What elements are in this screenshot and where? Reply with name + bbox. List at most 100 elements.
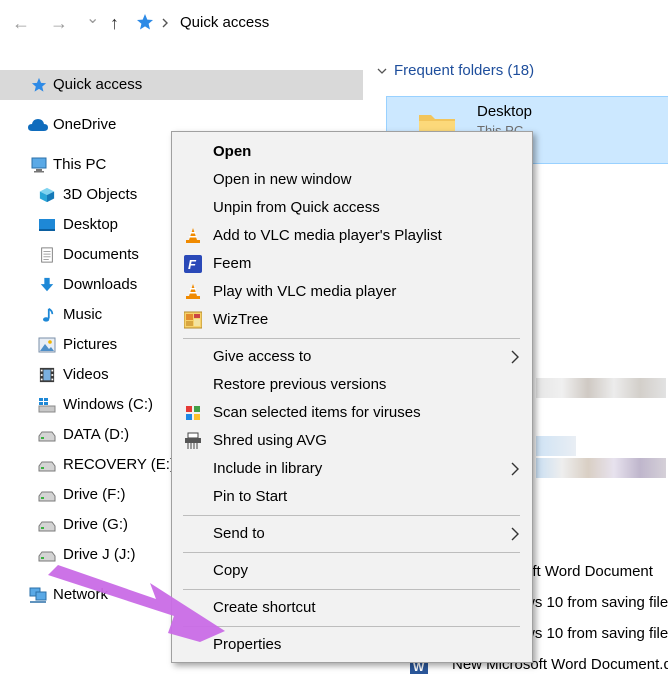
recent-file-2[interactable]: ws 10 from saving file [524,594,668,611]
menu-feem[interactable]: F Feem [172,250,532,278]
drive-icon [38,461,56,472]
nav-label: Videos [63,366,109,383]
nav-label: Documents [63,246,139,263]
chevron-right-icon [511,462,519,476]
drive-icon [38,521,56,532]
back-button[interactable]: ← [12,12,30,34]
menu-shred-avg[interactable]: Shred using AVG [172,427,532,455]
nav-quick-access[interactable]: Quick access [0,70,363,100]
download-icon [40,277,54,292]
blurred-thumbnail [536,458,666,478]
drive-icon [38,551,56,562]
menu-label: WizTree [213,311,269,328]
nav-label: This PC [53,156,107,173]
shredder-icon [185,432,201,449]
chevron-right-icon [511,350,519,364]
nav-label: DATA (D:) [63,426,130,443]
vlc-cone-icon [186,228,200,243]
menu-label: Give access to [213,348,312,365]
menu-unpin-quick-access[interactable]: Unpin from Quick access [172,194,532,222]
tile-name: Desktop [477,103,533,120]
menu-separator [183,626,520,627]
desktop-icon [39,219,55,231]
frequent-folders-header[interactable]: Frequent folders (18) [394,62,534,79]
recent-file-1[interactable]: oft Word Document [524,563,653,580]
menu-label: Properties [213,636,282,653]
menu-label: Feem [213,255,252,272]
recent-file-3[interactable]: ws 10 from saving file [524,625,668,642]
blurred-thumbnail [536,436,576,456]
menu-label: Play with VLC media player [213,283,397,300]
nav-label: Drive (G:) [63,516,128,533]
menu-separator [183,338,520,339]
nav-label: OneDrive [53,116,117,133]
nav-label: 3D Objects [63,186,138,203]
menu-copy[interactable]: Copy [172,557,532,585]
avg-icon [186,406,200,420]
address-path[interactable]: Quick access [180,14,269,31]
feem-icon: F [184,255,202,273]
nav-label: Pictures [63,336,118,353]
menu-separator [183,589,520,590]
menu-label: Unpin from Quick access [213,199,380,216]
forward-button[interactable]: → [50,12,68,34]
menu-label: Pin to Start [213,488,288,505]
drive-icon [38,431,56,442]
menu-vlc-play[interactable]: Play with VLC media player [172,278,532,306]
chevron-right-icon [511,527,519,541]
nav-label: Drive (F:) [63,486,126,503]
menu-separator [183,515,520,516]
up-button[interactable]: ↑ [110,12,119,34]
chevron-right-icon [162,18,168,28]
menu-pin-start[interactable]: Pin to Start [172,483,532,511]
menu-separator [183,552,520,553]
menu-create-shortcut[interactable]: Create shortcut [172,594,532,622]
menu-vlc-add-playlist[interactable]: Add to VLC media player's Playlist [172,222,532,250]
menu-include-library[interactable]: Include in library [172,455,532,483]
star-icon [137,14,153,30]
menu-label: Open in new window [213,171,352,188]
nav-label: Desktop [63,216,119,233]
menu-open-new-window[interactable]: Open in new window [172,166,532,194]
menu-open[interactable]: Open [172,138,532,166]
vlc-cone-icon [186,284,200,299]
menu-label: Open [213,143,252,160]
menu-label: Shred using AVG [213,432,327,449]
menu-label: Restore previous versions [213,376,387,393]
menu-label: Add to VLC media player's Playlist [213,227,442,244]
menu-label: Copy [213,562,249,579]
menu-give-access[interactable]: Give access to [172,343,532,371]
menu-label: Include in library [213,460,323,477]
computer-icon [31,157,47,173]
menu-send-to[interactable]: Send to [172,520,532,548]
menu-scan-viruses[interactable]: Scan selected items for viruses [172,399,532,427]
blurred-thumbnail [536,378,666,398]
svg-text:F: F [188,257,197,272]
star-icon [31,77,47,92]
film-icon [39,367,55,383]
nav-label: Quick access [53,76,143,93]
menu-restore-previous[interactable]: Restore previous versions [172,371,532,399]
menu-label: Scan selected items for viruses [213,404,421,421]
document-icon [41,247,53,263]
recent-locations-dropdown[interactable]: ⌄ [86,8,99,30]
music-note-icon [43,307,54,322]
nav-label: Windows (C:) [63,396,154,413]
context-menu: Open Open in new window Unpin from Quick… [171,131,533,663]
menu-label: Create shortcut [213,599,316,616]
drive-icon [38,491,56,502]
menu-wiztree[interactable]: WizTree [172,306,532,334]
chevron-down-icon[interactable] [376,66,388,76]
menu-properties[interactable]: Properties [172,631,532,659]
menu-label: Send to [213,525,265,542]
cloud-icon [28,119,48,131]
nav-label: Drive J (J:) [63,546,136,563]
nav-label: Network [53,586,109,603]
nav-label: Music [63,306,103,323]
network-icon [29,587,47,603]
nav-label: RECOVERY (E:) [63,456,175,473]
address-bar: ← → ⌄ ↑ Quick access [0,0,668,49]
wiztree-icon [184,311,202,329]
windows-drive-icon [38,398,56,413]
cube-icon [39,187,55,203]
